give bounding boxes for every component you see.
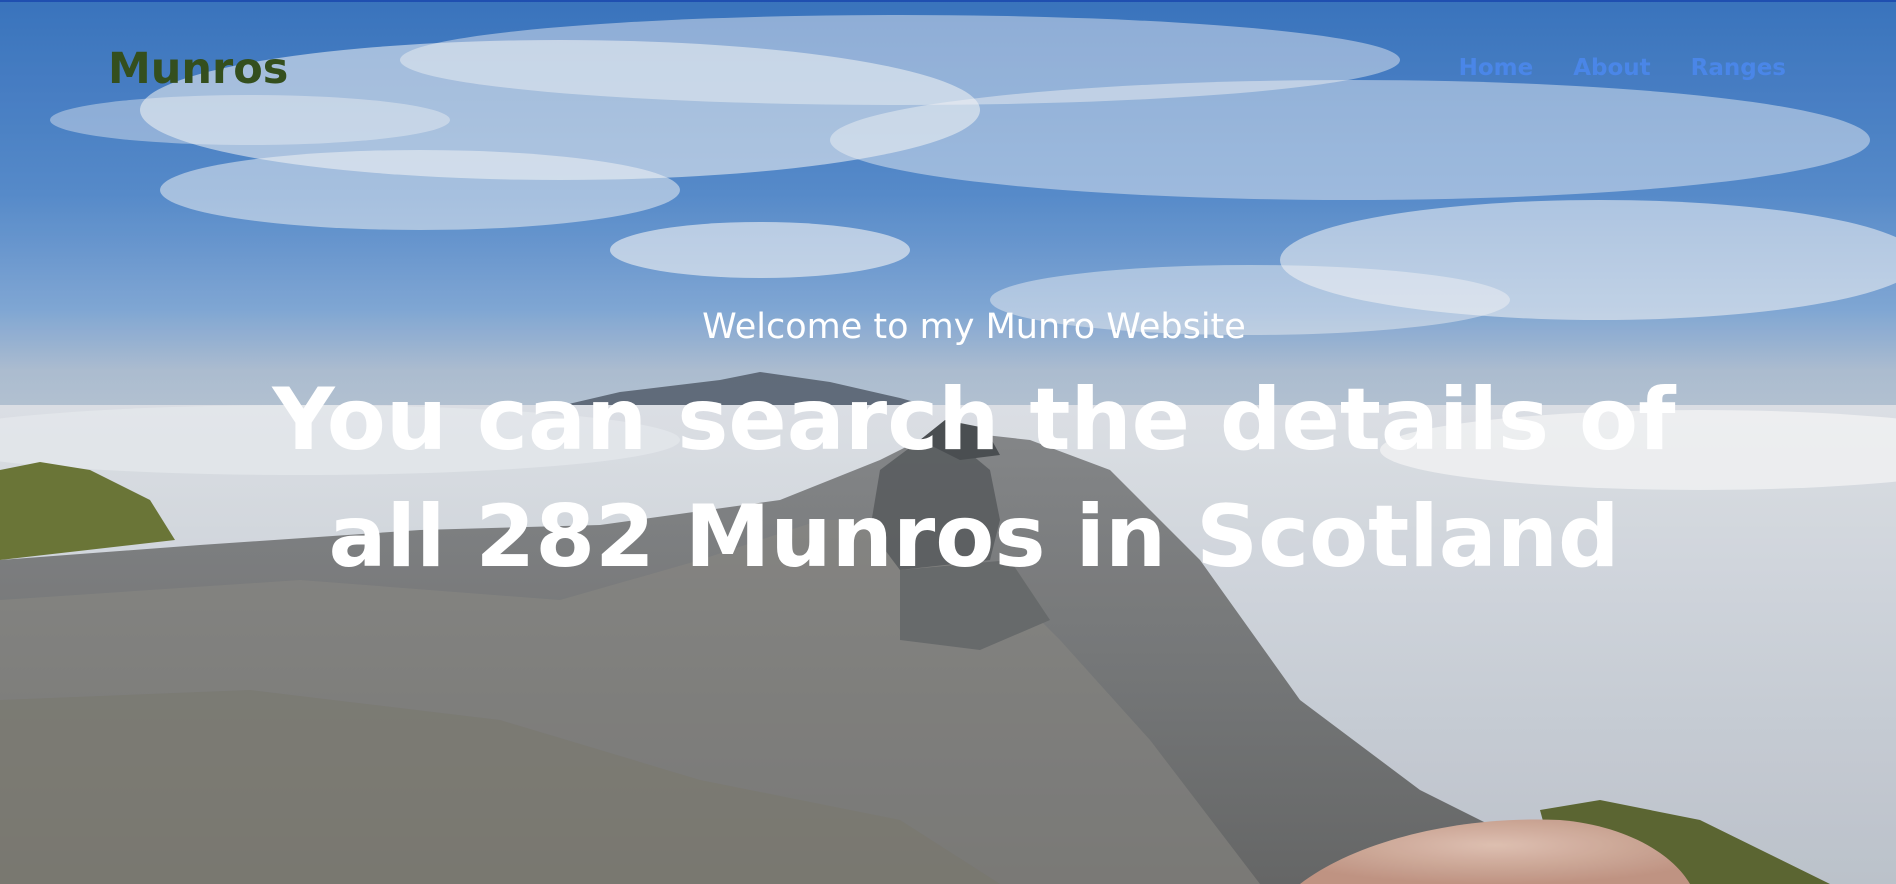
top-border xyxy=(0,0,1896,2)
hero-welcome-text: Welcome to my Munro Website xyxy=(702,307,1246,347)
site-logo[interactable]: Munros xyxy=(108,44,288,94)
main-nav: Home About Ranges xyxy=(1459,55,1786,81)
hero-headline: You can search the details of all 282 Mu… xyxy=(272,370,1676,587)
nav-about-link[interactable]: About xyxy=(1573,55,1650,81)
nav-home-link[interactable]: Home xyxy=(1459,55,1534,81)
nav-ranges-link[interactable]: Ranges xyxy=(1691,55,1786,81)
